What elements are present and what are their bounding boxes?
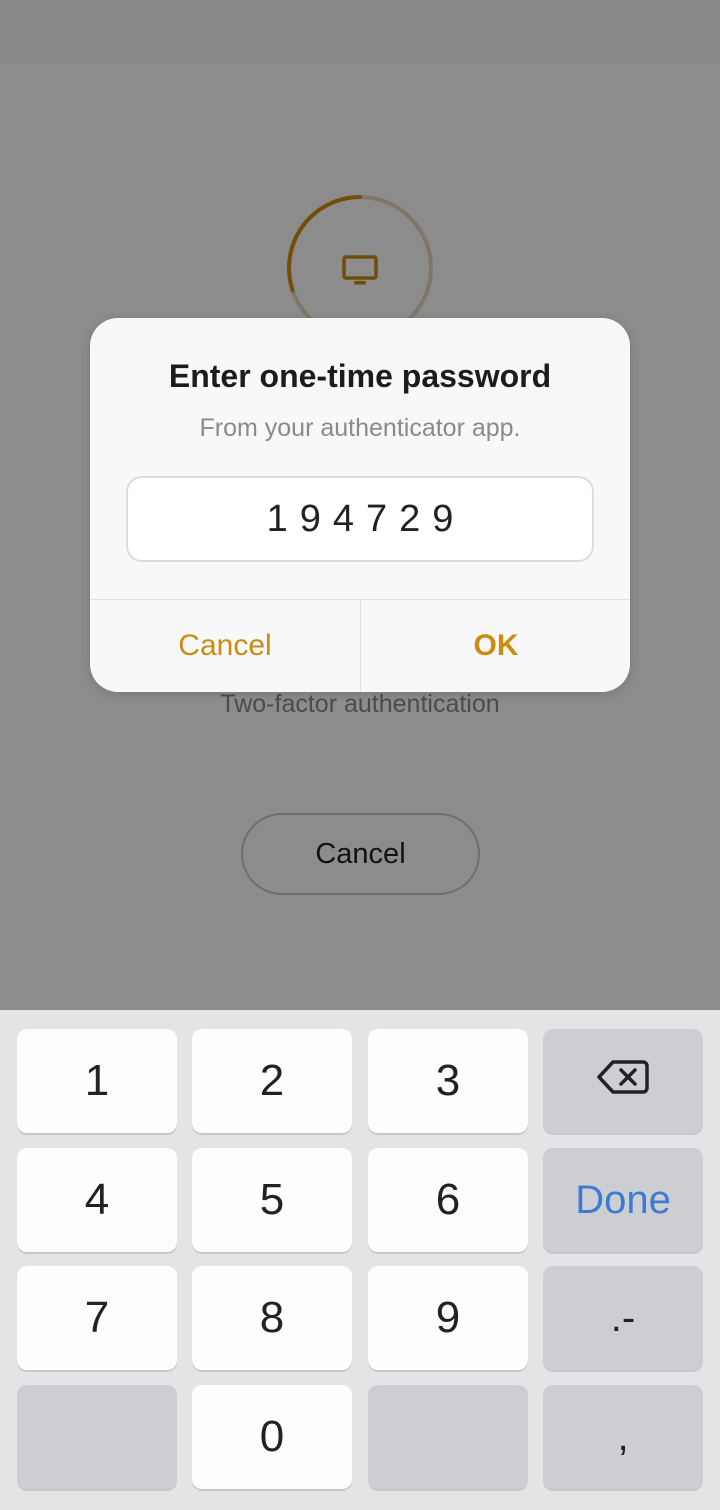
key-6[interactable]: 6 bbox=[368, 1148, 528, 1252]
key-9[interactable]: 9 bbox=[368, 1266, 528, 1370]
otp-dialog: Enter one-time password From your authen… bbox=[90, 318, 630, 692]
backspace-icon bbox=[597, 1056, 649, 1106]
key-8[interactable]: 8 bbox=[192, 1266, 352, 1370]
key-dot-dash[interactable]: .- bbox=[543, 1266, 703, 1370]
key-4[interactable]: 4 bbox=[17, 1148, 177, 1252]
key-7[interactable]: 7 bbox=[17, 1266, 177, 1370]
key-blank-right bbox=[368, 1385, 528, 1489]
otp-input[interactable] bbox=[126, 476, 594, 562]
key-backspace[interactable] bbox=[543, 1029, 703, 1133]
key-1[interactable]: 1 bbox=[17, 1029, 177, 1133]
key-blank-left bbox=[17, 1385, 177, 1489]
key-5[interactable]: 5 bbox=[192, 1148, 352, 1252]
key-comma[interactable]: , bbox=[543, 1385, 703, 1489]
dialog-ok-button[interactable]: OK bbox=[361, 600, 630, 692]
dialog-title: Enter one-time password bbox=[168, 358, 552, 394]
key-3[interactable]: 3 bbox=[368, 1029, 528, 1133]
dialog-subtitle: From your authenticator app. bbox=[199, 414, 521, 442]
dialog-cancel-button[interactable]: Cancel bbox=[90, 600, 360, 692]
key-2[interactable]: 2 bbox=[192, 1029, 352, 1133]
numeric-keypad: 1 2 3 4 5 6 Done 7 8 9 .- 0 , bbox=[0, 1010, 720, 1510]
key-0[interactable]: 0 bbox=[192, 1385, 352, 1489]
key-done[interactable]: Done bbox=[543, 1148, 703, 1252]
